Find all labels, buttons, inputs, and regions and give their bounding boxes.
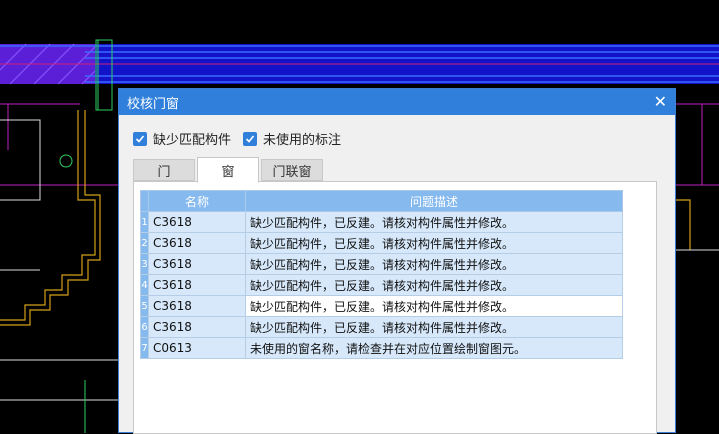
tab-door-window[interactable]: 门联窗 xyxy=(261,159,323,181)
cell-desc[interactable]: 缺少匹配构件，已反建。请核对构件属性并修改。 xyxy=(245,232,623,254)
cell-name[interactable]: C3618 xyxy=(148,316,246,338)
cell-name[interactable]: C3618 xyxy=(148,295,246,317)
dialog-title: 校核门窗 xyxy=(127,96,180,112)
table-row[interactable]: 7 C0613 未使用的窗名称，请检查并在对应位置绘制窗图元。 xyxy=(140,337,623,359)
cell-desc[interactable]: 缺少匹配构件，已反建。请核对构件属性并修改。 xyxy=(245,253,623,275)
cell-name[interactable]: C3618 xyxy=(148,232,246,254)
table-header-row: 名称 问题描述 xyxy=(140,190,623,212)
row-number: 1 xyxy=(140,211,149,233)
filter-checkboxes: 缺少匹配构件 未使用的标注 xyxy=(133,129,353,148)
missing-match-filter[interactable]: 缺少匹配构件 xyxy=(133,129,231,148)
close-button[interactable]: ✕ xyxy=(654,92,667,112)
table-row-selected[interactable]: 5 C3618 缺少匹配构件，已反建。请核对构件属性并修改。 xyxy=(140,295,623,317)
row-number: 4 xyxy=(140,274,149,296)
tab-window[interactable]: 窗 xyxy=(197,157,259,183)
table-row[interactable]: 3 C3618 缺少匹配构件，已反建。请核对构件属性并修改。 xyxy=(140,253,623,275)
cell-name[interactable]: C3618 xyxy=(148,211,246,233)
issues-table: 名称 问题描述 1 C3618 缺少匹配构件，已反建。请核对构件属性并修改。 2… xyxy=(140,190,623,359)
cell-name[interactable]: C3618 xyxy=(148,253,246,275)
cell-name[interactable]: C3618 xyxy=(148,274,246,296)
dialog-titlebar[interactable]: 校核门窗 ✕ xyxy=(119,89,675,115)
checkbox-checked-icon[interactable] xyxy=(133,131,147,146)
filter-label: 缺少匹配构件 xyxy=(153,133,232,148)
cell-desc[interactable]: 缺少匹配构件，已反建。请核对构件属性并修改。 xyxy=(245,316,623,338)
unused-label-filter[interactable]: 未使用的标注 xyxy=(243,129,341,148)
check-doors-windows-dialog: 校核门窗 ✕ 缺少匹配构件 未使用的标注 门 窗 门联窗 名称 问题描述 1 C… xyxy=(118,88,676,434)
cell-desc[interactable]: 缺少匹配构件，已反建。请核对构件属性并修改。 xyxy=(245,274,623,296)
category-tabs: 门 窗 门联窗 xyxy=(133,157,325,183)
table-row[interactable]: 1 C3618 缺少匹配构件，已反建。请核对构件属性并修改。 xyxy=(140,211,623,233)
cell-desc[interactable]: 未使用的窗名称，请检查并在对应位置绘制窗图元。 xyxy=(245,337,623,359)
tab-panel: 名称 问题描述 1 C3618 缺少匹配构件，已反建。请核对构件属性并修改。 2… xyxy=(133,181,657,434)
column-header-desc[interactable]: 问题描述 xyxy=(245,190,623,212)
tab-door[interactable]: 门 xyxy=(133,159,195,181)
filter-label: 未使用的标注 xyxy=(263,133,342,148)
table-row[interactable]: 2 C3618 缺少匹配构件，已反建。请核对构件属性并修改。 xyxy=(140,232,623,254)
cell-name[interactable]: C0613 xyxy=(148,337,246,359)
checkbox-checked-icon[interactable] xyxy=(243,131,258,146)
axis-marker-icon xyxy=(59,154,73,168)
column-header-name[interactable]: 名称 xyxy=(148,190,246,212)
row-number: 3 xyxy=(140,253,149,275)
cell-desc[interactable]: 缺少匹配构件，已反建。请核对构件属性并修改。 xyxy=(245,295,623,317)
table-row[interactable]: 6 C3618 缺少匹配构件，已反建。请核对构件属性并修改。 xyxy=(140,316,623,338)
row-number: 6 xyxy=(140,316,149,338)
cell-desc[interactable]: 缺少匹配构件，已反建。请核对构件属性并修改。 xyxy=(245,211,623,233)
table-row[interactable]: 4 C3618 缺少匹配构件，已反建。请核对构件属性并修改。 xyxy=(140,274,623,296)
row-number-header xyxy=(140,190,149,212)
row-number: 5 xyxy=(140,295,149,317)
row-number: 7 xyxy=(140,337,149,359)
row-number: 2 xyxy=(140,232,149,254)
